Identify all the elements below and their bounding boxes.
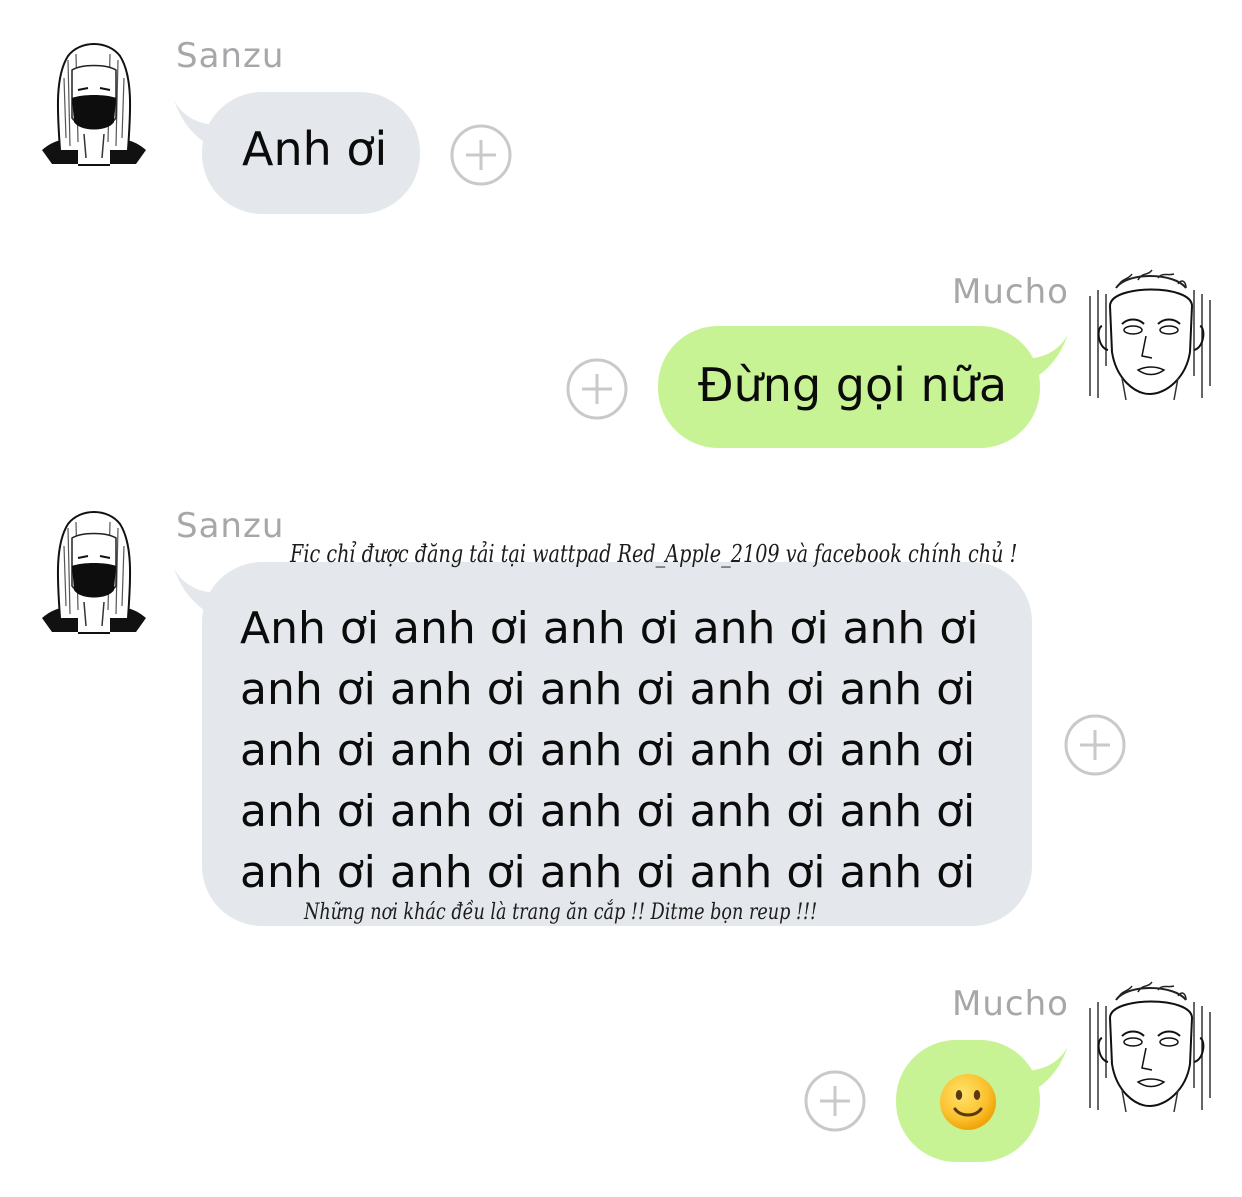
sender-name: Sanzu (176, 506, 285, 546)
sanzu-avatar[interactable] (38, 38, 150, 170)
add-reaction-button[interactable] (804, 1070, 866, 1132)
sender-name: Mucho (952, 272, 1069, 312)
message-line: anh ơi anh ơi anh ơi anh ơi anh ơi (240, 786, 976, 837)
mucho-avatar[interactable] (1082, 978, 1218, 1114)
slightly-smiling-face-icon (940, 1074, 996, 1130)
add-reaction-button[interactable] (566, 358, 628, 420)
add-reaction-button[interactable] (450, 124, 512, 186)
add-icon (1064, 714, 1126, 776)
sanzu-avatar[interactable] (38, 506, 150, 638)
add-reaction-button[interactable] (1064, 714, 1126, 776)
sender-name: Mucho (952, 984, 1069, 1024)
sender-name: Sanzu (176, 36, 285, 76)
message-line: anh ơi anh ơi anh ơi anh ơi anh ơi (240, 725, 976, 776)
message-bubble[interactable] (896, 1040, 1040, 1162)
message-bubble[interactable]: Anh ơi anh ơi anh ơi anh ơi anh ơi anh ơ… (202, 562, 1032, 926)
message-line: anh ơi anh ơi anh ơi anh ơi anh ơi (240, 664, 976, 715)
add-icon (804, 1070, 866, 1132)
watermark-bottom: Những nơi khác đều là trang ăn cắp !! Di… (304, 900, 818, 925)
watermark-top: Fic chỉ được đăng tải tại wattpad Red_Ap… (290, 540, 1018, 568)
message-text: Anh ơi (242, 122, 388, 176)
add-icon (566, 358, 628, 420)
message-text: Đừng gọi nữa (698, 358, 1008, 412)
message-bubble[interactable]: Đừng gọi nữa (658, 326, 1040, 448)
mucho-avatar[interactable] (1082, 266, 1218, 402)
add-icon (450, 124, 512, 186)
message-bubble[interactable]: Anh ơi (202, 92, 420, 214)
message-line: Anh ơi anh ơi anh ơi anh ơi anh ơi (240, 603, 979, 654)
message-line: anh ơi anh ơi anh ơi anh ơi anh ơi (240, 847, 976, 898)
